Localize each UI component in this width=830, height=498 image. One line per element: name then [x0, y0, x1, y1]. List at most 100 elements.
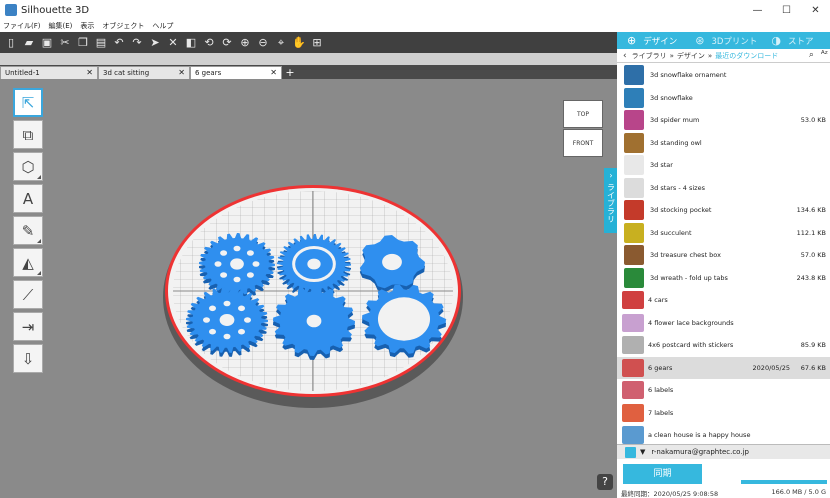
view-cube[interactable]: TOP FRONT — [563, 100, 605, 158]
view-cube-front[interactable]: FRONT — [563, 129, 603, 157]
list-item[interactable]: 3d spider mum 53.0 KB — [617, 109, 830, 132]
gear-cutout — [233, 245, 241, 252]
zoom-out-icon[interactable]: ⊖ — [256, 35, 271, 50]
position-tool-icon[interactable]: ⇩ — [13, 344, 43, 373]
menu-file[interactable]: ファイル(F) — [3, 21, 41, 31]
delete-icon[interactable]: ✕ — [166, 35, 181, 50]
tab-label: Untitled-1 — [5, 69, 40, 77]
library-toggle-tab[interactable]: › ライブラリ — [604, 168, 618, 233]
design-size: 85.9 KB — [800, 341, 826, 350]
user-dropdown-caret[interactable]: ▼ — [640, 448, 645, 456]
text-tool-icon[interactable]: A — [13, 184, 43, 213]
menu-help[interactable]: ヘルプ — [152, 21, 173, 31]
list-item[interactable]: 4x6 postcard with stickers 85.9 KB — [617, 334, 830, 357]
list-item[interactable]: a clean house is a happy house — [617, 424, 830, 444]
gear-cutout — [238, 305, 245, 312]
breadcrumb-design[interactable]: デザイン — [677, 51, 705, 61]
help-button[interactable]: ? — [597, 474, 613, 490]
tab-close-icon[interactable]: ✕ — [178, 68, 185, 77]
list-item[interactable]: 7 labels — [617, 402, 830, 425]
pan-icon[interactable]: ✋ — [292, 35, 307, 50]
sort-az-icon[interactable]: ᴬᶻ — [821, 50, 828, 60]
shape-tool-icon[interactable]: ⬡ — [13, 152, 43, 181]
breadcrumb-recent-downloads[interactable]: 最近のダウンロード — [715, 51, 778, 61]
knife-tool-icon[interactable]: ⟋ — [13, 280, 43, 309]
align-tool-icon[interactable]: ⇥ — [13, 312, 43, 341]
gear-hole — [382, 253, 402, 271]
list-item[interactable]: 3d stocking pocket 134.6 KB — [617, 199, 830, 222]
design-thumbnail — [622, 426, 644, 444]
design-name: 3d standing owl — [650, 138, 702, 147]
tab-close-icon[interactable]: ✕ — [86, 68, 93, 77]
list-item[interactable]: 3d stars - 4 sizes — [617, 177, 830, 200]
extrude-tool-icon[interactable]: ◭ — [13, 248, 43, 277]
design-thumbnail — [622, 403, 644, 422]
cut-icon[interactable]: ✂ — [58, 35, 73, 50]
gear-cutout — [209, 305, 216, 312]
menu-object[interactable]: オブジェクト — [102, 21, 144, 31]
gear-hole — [306, 314, 322, 328]
list-item[interactable]: 3d treasure chest box 57.0 KB — [617, 244, 830, 267]
globe-icon: ⊕ — [627, 34, 637, 47]
list-item[interactable]: 3d succulent 112.1 KB — [617, 222, 830, 245]
menu-edit[interactable]: 編集(E) — [49, 21, 73, 31]
node-tool-icon[interactable]: ⧉ — [13, 120, 43, 149]
design-name: 3d stocking pocket — [650, 206, 712, 215]
maximize-button[interactable]: ☐ — [772, 0, 801, 20]
tab-3d-print[interactable]: ⊛ 3Dプリント — [695, 34, 757, 47]
breadcrumb-library[interactable]: ライブラリ — [632, 51, 667, 61]
list-item[interactable]: 4 cars — [617, 289, 830, 312]
fit-page-icon[interactable]: ⊞ — [310, 35, 325, 50]
select-tool-icon[interactable]: ⇱ — [13, 88, 43, 117]
new-file-icon[interactable]: ▯ — [4, 35, 19, 50]
close-button[interactable]: ✕ — [801, 0, 830, 20]
design-name: 3d snowflake ornament — [650, 71, 727, 80]
last-sync-text: 最終同期：2020/05/25 9:08:58 — [621, 490, 719, 498]
storage-bar — [741, 480, 828, 484]
add-tab-button[interactable]: + — [284, 67, 296, 79]
design-thumbnail — [622, 336, 644, 355]
list-item[interactable]: 3d standing owl — [617, 132, 830, 155]
paste-icon[interactable]: ▤ — [94, 35, 109, 50]
rotate-left-icon[interactable]: ⟲ — [202, 35, 217, 50]
save-icon[interactable]: ▣ — [40, 35, 55, 50]
gear-cutout — [209, 328, 216, 335]
menu-view[interactable]: 表示 — [80, 21, 94, 31]
minimize-button[interactable]: — — [743, 0, 772, 20]
design-thumbnail — [624, 200, 644, 221]
design-size: 67.6 KB — [800, 363, 826, 372]
tab-close-icon[interactable]: ✕ — [270, 68, 277, 77]
tab-store[interactable]: ◑ ストア — [771, 34, 813, 47]
open-folder-icon[interactable]: ▰ — [22, 35, 37, 50]
search-icon[interactable]: ⌕ — [809, 50, 814, 60]
undo-icon[interactable]: ↶ — [112, 35, 127, 50]
tab-design[interactable]: ⊕ デザイン — [627, 34, 677, 47]
list-item[interactable]: 4 flower lace backgrounds — [617, 312, 830, 335]
print-bed-scene[interactable] — [0, 79, 617, 498]
send-icon[interactable]: ➤ — [148, 35, 163, 50]
zoom-in-icon[interactable]: ⊕ — [238, 35, 253, 50]
redo-icon[interactable]: ↷ — [130, 35, 145, 50]
tab-6-gears[interactable]: 6 gears ✕ — [190, 66, 282, 79]
sync-button[interactable]: 同期 — [623, 464, 702, 484]
list-item[interactable]: 3d wreath - fold up tabs 243.8 KB — [617, 267, 830, 290]
view-cube-top[interactable]: TOP — [563, 100, 603, 128]
list-item[interactable]: 6 gears 2020/05/25 67.6 KB — [617, 356, 830, 379]
list-item[interactable]: 3d star — [617, 154, 830, 177]
design-name: 3d snowflake — [650, 93, 693, 102]
rotate-right-icon[interactable]: ⟳ — [220, 35, 235, 50]
draw-tool-icon[interactable]: ✎ — [13, 216, 43, 245]
list-item[interactable]: 6 labels — [617, 379, 830, 402]
tab-3d-cat-sitting[interactable]: 3d cat sitting ✕ — [98, 66, 190, 79]
style-icon[interactable]: ◧ — [184, 35, 199, 50]
tab-3d-print-label: 3Dプリント — [711, 36, 758, 47]
tab-untitled-1[interactable]: Untitled-1 ✕ — [0, 66, 98, 79]
copy-icon[interactable]: ❐ — [76, 35, 91, 50]
gear-cutout — [246, 272, 254, 278]
design-name: 3d wreath - fold up tabs — [650, 273, 728, 282]
list-item[interactable]: 3d snowflake ornament — [617, 64, 830, 87]
measure-icon[interactable]: ⌖ — [274, 35, 289, 50]
back-icon[interactable]: ‹ — [623, 51, 627, 61]
gear-models[interactable] — [186, 233, 446, 360]
list-item[interactable]: 3d snowflake — [617, 87, 830, 110]
